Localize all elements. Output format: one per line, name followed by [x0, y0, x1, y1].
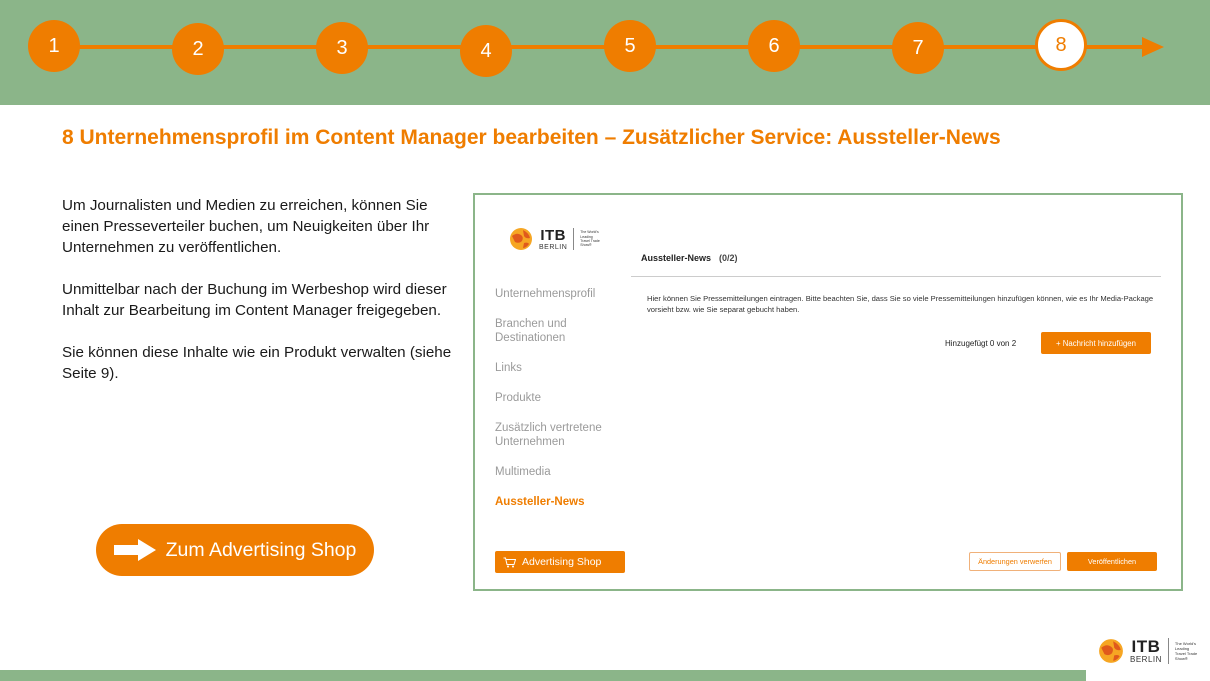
profile-nav: Unternehmensprofil Branchen und Destinat… — [495, 287, 635, 525]
added-count: Hinzugefügt 0 von 2 — [945, 339, 1017, 348]
content-manager-screenshot: ITB BERLIN The World's Leading Travel Tr… — [473, 193, 1183, 591]
intro-text: Um Journalisten und Medien zu erreichen,… — [62, 195, 462, 405]
advertising-shop-button[interactable]: Advertising Shop — [495, 551, 625, 573]
logo-tagline: The World's Leading Travel Trade Show® — [580, 230, 600, 248]
intro-paragraph-3: Sie können diese Inhalte wie ein Produkt… — [62, 344, 452, 382]
add-news-button[interactable]: + Nachricht hinzufügen — [1041, 332, 1151, 354]
advertising-shop-button-label: Advertising Shop — [522, 556, 602, 568]
step-1[interactable]: 1 — [28, 20, 80, 72]
logo-separator — [573, 228, 575, 250]
arrow-right-icon — [113, 539, 156, 561]
progress-band: 1 2 3 4 5 6 7 8 — [0, 0, 1210, 105]
nav-item-unternehmensprofil[interactable]: Unternehmensprofil — [495, 287, 635, 301]
nav-item-zusaetzliche-unternehmen[interactable]: Zusätzlich vertretene Unternehmen — [495, 421, 635, 449]
logo-berlin-text: BERLIN — [539, 243, 568, 251]
globe-icon — [1099, 639, 1123, 663]
panel-description: Hier können Sie Pressemitteilungen eintr… — [647, 294, 1154, 314]
itb-logo: ITB BERLIN The World's Leading Travel Tr… — [509, 227, 602, 251]
panel-header: Aussteller-News (0/2) — [641, 253, 738, 263]
footer-itb-logo: ITB BERLIN The World's Leading Travel Tr… — [1098, 638, 1201, 664]
step-6[interactable]: 6 — [748, 20, 800, 72]
footer-logo-itb-text: ITB — [1131, 637, 1161, 656]
page-title: 8 Unternehmensprofil im Content Manager … — [62, 126, 1001, 149]
logo-wordmark: ITB BERLIN — [539, 228, 567, 251]
footer-logo-tagline: The World's Leading Travel Trade Show® — [1174, 641, 1198, 661]
publish-button[interactable]: Veröffentlichen — [1067, 552, 1157, 571]
bottom-band — [0, 670, 1086, 681]
logo-itb-text: ITB — [540, 226, 566, 244]
step-7[interactable]: 7 — [892, 22, 944, 74]
panel-count: (0/2) — [719, 253, 738, 263]
footer-logo-berlin-text: BERLIN — [1130, 655, 1162, 664]
footer-logo-separator — [1167, 638, 1169, 664]
globe-icon — [510, 228, 532, 250]
nav-item-produkte[interactable]: Produkte — [495, 391, 635, 405]
advertising-shop-cta-label: Zum Advertising Shop — [165, 538, 357, 561]
progress-arrow-icon — [1142, 37, 1164, 57]
panel-title: Aussteller-News — [641, 253, 712, 263]
panel-divider — [631, 276, 1161, 277]
step-2[interactable]: 2 — [172, 23, 224, 75]
nav-item-links[interactable]: Links — [495, 361, 635, 375]
nav-item-multimedia[interactable]: Multimedia — [495, 465, 635, 479]
step-3[interactable]: 3 — [316, 22, 368, 74]
step-4[interactable]: 4 — [460, 25, 512, 77]
intro-paragraph-1: Um Journalisten und Medien zu erreichen,… — [62, 197, 430, 256]
discard-changes-button[interactable]: Änderungen verwerfen — [969, 552, 1061, 571]
footer-logo-wordmark: ITB BERLIN — [1130, 638, 1162, 664]
step-8-current[interactable]: 8 — [1035, 19, 1087, 71]
step-5[interactable]: 5 — [604, 20, 656, 72]
intro-paragraph-2: Unmittelbar nach der Buchung im Werbesho… — [62, 281, 447, 319]
nav-item-aussteller-news[interactable]: Aussteller-News — [495, 495, 635, 509]
cart-icon — [503, 557, 516, 567]
advertising-shop-cta-button[interactable]: Zum Advertising Shop — [96, 524, 374, 576]
nav-item-branchen[interactable]: Branchen und Destinationen — [495, 317, 635, 345]
